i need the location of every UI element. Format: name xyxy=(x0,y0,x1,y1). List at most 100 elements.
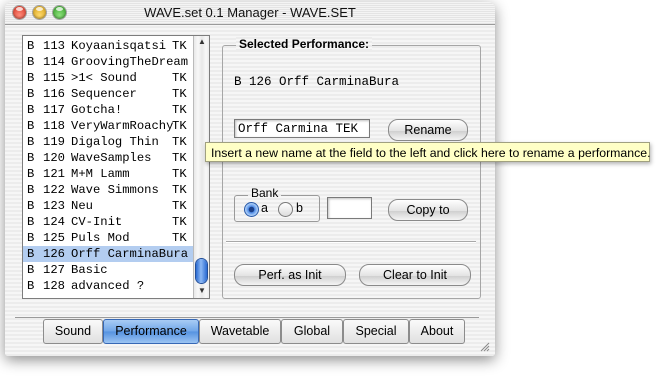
list-item[interactable]: B 128 advanced ? xyxy=(23,278,193,294)
bank-cell: B xyxy=(27,247,35,261)
number-cell: 114 xyxy=(43,55,65,69)
tag-cell: TK xyxy=(172,103,187,117)
bank-cell: B xyxy=(27,167,35,181)
bank-b-label: b xyxy=(296,201,303,215)
performance-list[interactable]: B 113 Koyaanisqatsi TK B 114 GroovingTheDream B… xyxy=(22,35,210,299)
list-item[interactable]: B 123 Neu TK xyxy=(23,198,193,214)
bank-cell: B xyxy=(27,199,35,213)
tag-cell: TK xyxy=(172,135,187,149)
number-cell: 116 xyxy=(43,87,65,101)
window-title: WAVE.set 0.1 Manager - WAVE.SET xyxy=(144,5,356,20)
rename-tooltip: Insert a new name at the field to the le… xyxy=(205,142,651,162)
scroll-up-icon[interactable]: ▲ xyxy=(194,36,209,48)
bank-b-radio[interactable] xyxy=(278,202,293,217)
tag-cell: TK xyxy=(172,215,187,229)
number-cell: 121 xyxy=(43,167,65,181)
rename-field[interactable]: Orff Carmina TEK xyxy=(234,119,370,138)
number-cell: 117 xyxy=(43,103,65,117)
clear-to-init-button[interactable]: Clear to Init xyxy=(359,264,471,286)
perf-as-init-button[interactable]: Perf. as Init xyxy=(234,264,346,286)
tag-cell: TK xyxy=(172,231,187,245)
list-item[interactable]: B 117 Gotcha! TK xyxy=(23,102,193,118)
number-cell: 125 xyxy=(43,231,65,245)
rename-button[interactable]: Rename xyxy=(388,119,468,141)
selected-performance-text: B 126 Orff CarminaBura xyxy=(234,75,400,89)
tag-cell: TK xyxy=(172,183,187,197)
number-cell: 122 xyxy=(43,183,65,197)
tag-cell: TK xyxy=(172,71,187,85)
tag-cell: TK xyxy=(172,199,187,213)
name-cell: Neu xyxy=(71,199,93,213)
list-item[interactable]: B 113 Koyaanisqatsi TK xyxy=(23,38,193,54)
scroll-down-icon[interactable]: ▼ xyxy=(194,285,209,297)
number-cell: 124 xyxy=(43,215,65,229)
divider xyxy=(226,241,476,243)
list-item[interactable]: B 125 Puls Mod TK xyxy=(23,230,193,246)
list-item[interactable]: B 116 Sequencer TK xyxy=(23,86,193,102)
number-cell: 123 xyxy=(43,199,65,213)
number-cell: 115 xyxy=(43,71,65,85)
number-cell: 113 xyxy=(43,39,65,53)
name-cell: GroovingTheDream xyxy=(71,55,189,69)
list-item[interactable]: B 119 Digalog Thin TK xyxy=(23,134,193,150)
list-item[interactable]: B 127 Basic xyxy=(23,262,193,278)
number-cell: 127 xyxy=(43,263,65,277)
list-item[interactable]: B 114 GroovingTheDream xyxy=(23,54,193,70)
title-bar[interactable]: WAVE.set 0.1 Manager - WAVE.SET xyxy=(5,2,495,25)
bank-cell: B xyxy=(27,87,35,101)
number-cell: 119 xyxy=(43,135,65,149)
name-cell: Orff CarminaBura xyxy=(71,247,189,261)
bank-cell: B xyxy=(27,71,35,85)
bank-cell: B xyxy=(27,263,35,277)
name-cell: Gotcha! xyxy=(71,103,123,117)
name-cell: Puls Mod xyxy=(71,231,130,245)
list-item[interactable]: B 121 M+M Lamm TK xyxy=(23,166,193,182)
tag-cell: TK xyxy=(172,167,187,181)
list-item[interactable]: B 126 Orff CarminaBura xyxy=(23,246,193,262)
bank-a-label: a xyxy=(261,201,268,215)
bank-cell: B xyxy=(27,279,35,293)
tab-sound[interactable]: Sound xyxy=(43,319,103,344)
number-cell: 128 xyxy=(43,279,65,293)
name-cell: Koyaanisqatsi xyxy=(71,39,167,53)
copy-target-field[interactable] xyxy=(327,197,372,219)
name-cell: Basic xyxy=(71,263,108,277)
name-cell: >1< Sound xyxy=(71,71,137,85)
name-cell: advanced ? xyxy=(71,279,145,293)
bank-label: Bank xyxy=(248,186,282,200)
list-item[interactable]: B 115 >1< Sound TK xyxy=(23,70,193,86)
copy-to-button[interactable]: Copy to xyxy=(388,199,468,221)
list-item[interactable]: B 122 Wave Simmons TK xyxy=(23,182,193,198)
tab-performance[interactable]: Performance xyxy=(103,319,199,344)
bank-cell: B xyxy=(27,55,35,69)
list-scrollbar[interactable]: ▲ ▼ xyxy=(193,36,209,298)
name-cell: Digalog Thin xyxy=(71,135,159,149)
list-item[interactable]: B 118 VeryWarmRoachy TK xyxy=(23,118,193,134)
list-item[interactable]: B 124 CV-Init TK xyxy=(23,214,193,230)
name-cell: M+M Lamm xyxy=(71,167,130,181)
tag-cell: TK xyxy=(172,39,187,53)
bank-cell: B xyxy=(27,39,35,53)
tab-about[interactable]: About xyxy=(409,319,465,344)
number-cell: 120 xyxy=(43,151,65,165)
scroll-thumb[interactable] xyxy=(196,259,207,283)
bank-cell: B xyxy=(27,103,35,117)
tag-cell: TK xyxy=(172,119,187,133)
group-title: Selected Performance: xyxy=(236,37,373,51)
tag-cell: TK xyxy=(172,151,187,165)
list-item[interactable]: B 120 WaveSamples TK xyxy=(23,150,193,166)
number-cell: 126 xyxy=(43,247,65,261)
tag-cell: TK xyxy=(172,87,187,101)
name-cell: VeryWarmRoachy xyxy=(71,119,174,133)
bank-cell: B xyxy=(27,135,35,149)
resize-grip-icon[interactable] xyxy=(478,340,490,352)
bank-cell: B xyxy=(27,215,35,229)
tab-global[interactable]: Global xyxy=(281,319,343,344)
tab-wavetable[interactable]: Wavetable xyxy=(199,319,281,344)
bank-cell: B xyxy=(27,119,35,133)
bank-cell: B xyxy=(27,183,35,197)
name-cell: CV-Init xyxy=(71,215,123,229)
bank-a-radio[interactable] xyxy=(244,202,259,217)
bank-cell: B xyxy=(27,231,35,245)
tab-special[interactable]: Special xyxy=(343,319,409,344)
